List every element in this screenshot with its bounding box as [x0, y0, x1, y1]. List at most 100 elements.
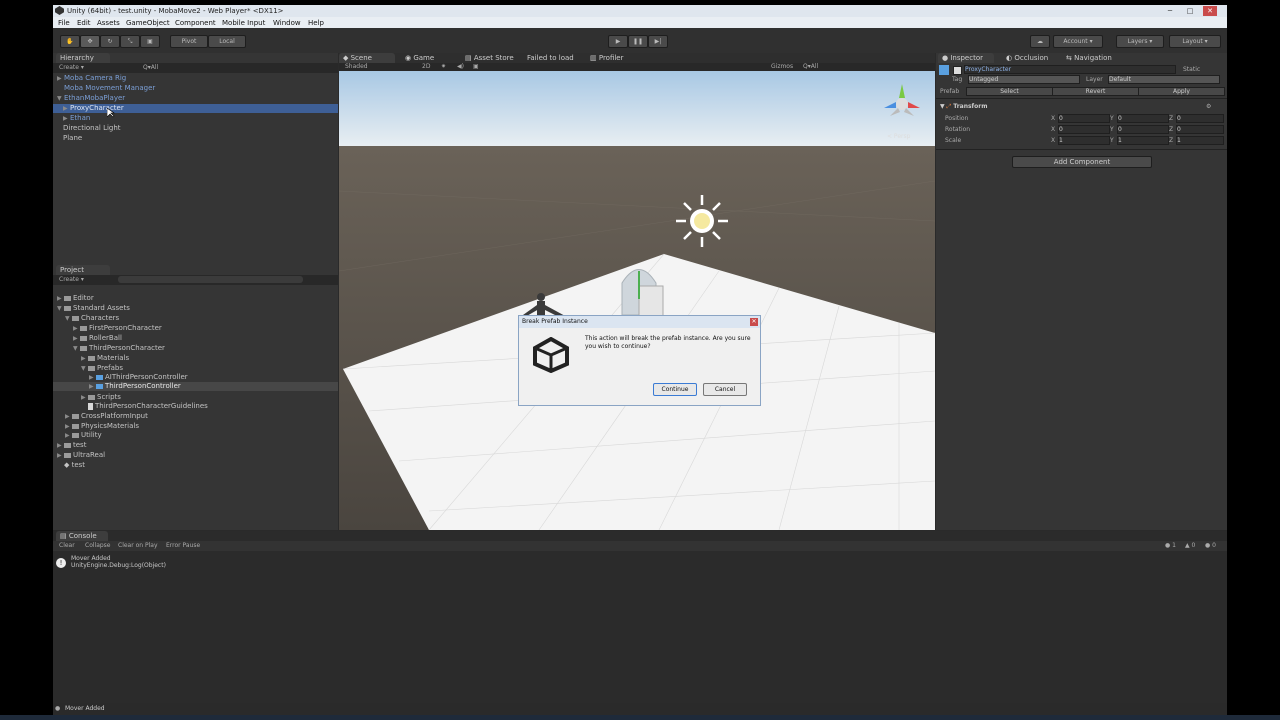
position-y-field[interactable]: 0 — [1117, 114, 1169, 123]
tab-scene[interactable]: ◆ Scene — [339, 53, 395, 63]
step-button[interactable]: ▶| — [648, 35, 668, 48]
transform-foldout[interactable]: ▼ ⤢ Transform — [940, 103, 988, 111]
dialog-close-button[interactable]: ✕ — [750, 318, 758, 326]
project-folder[interactable]: ▼ ThirdPersonCharacter — [73, 344, 165, 352]
add-component-button[interactable]: Add Component — [1012, 156, 1152, 168]
scale-tool-button[interactable]: ⤡ — [120, 35, 140, 48]
layers-dropdown[interactable]: Layers ▾ — [1116, 35, 1164, 48]
rotate-tool-button[interactable]: ↻ — [100, 35, 120, 48]
prefab-revert-button[interactable]: Revert — [1052, 87, 1139, 96]
scale-y-field[interactable]: 1 — [1117, 136, 1169, 145]
project-scene-file[interactable]: ◆ test — [57, 461, 85, 469]
tab-profiler[interactable]: ▥ Profiler — [586, 53, 640, 63]
cloud-button[interactable]: ☁ — [1030, 35, 1050, 48]
project-folder[interactable]: ▼ Characters — [65, 314, 119, 322]
hierarchy-item[interactable]: ▶ Ethan — [63, 114, 90, 122]
position-z-field[interactable]: 0 — [1176, 114, 1224, 123]
project-folder[interactable]: ▶ RollerBall — [73, 334, 122, 342]
rect-tool-button[interactable]: ▣ — [140, 35, 160, 48]
layer-dropdown[interactable]: Default — [1108, 75, 1220, 84]
tab-console[interactable]: ▤ Console — [56, 531, 108, 541]
hierarchy-item-selected[interactable]: ▶ ProxyCharacter — [53, 104, 338, 113]
project-search-input[interactable] — [118, 276, 303, 283]
project-folder[interactable]: ▶ Utility — [65, 431, 102, 439]
menu-edit[interactable]: Edit — [77, 19, 91, 27]
pivot-toggle[interactable]: Pivot — [170, 35, 208, 48]
scene-view[interactable]: < Persp — [339, 71, 935, 530]
menu-assets[interactable]: Assets — [97, 19, 120, 27]
console-entry[interactable]: Mover Added UnityEngine.Debug:Log(Object… — [71, 555, 166, 569]
object-name-field[interactable]: ProxyCharacter — [964, 65, 1176, 74]
hierarchy-item[interactable]: Moba Movement Manager — [64, 84, 155, 92]
info-count[interactable]: ● 1 — [1165, 542, 1176, 549]
project-folder[interactable]: ▶ test — [57, 441, 86, 449]
tab-occlusion[interactable]: ◐ Occlusion — [1002, 53, 1060, 63]
cancel-button[interactable]: Cancel — [703, 383, 747, 396]
hierarchy-item[interactable]: ▶ Moba Camera Rig — [57, 74, 126, 82]
console-clear-on-play-button[interactable]: Clear on Play — [118, 542, 158, 549]
tab-game[interactable]: ◉ Game — [401, 53, 445, 63]
error-count[interactable]: ● 0 — [1205, 542, 1216, 549]
menu-component[interactable]: Component — [175, 19, 216, 27]
project-folder[interactable]: ▶ Scripts — [81, 393, 121, 401]
hierarchy-item[interactable]: ▼ EthanMobaPlayer — [57, 94, 125, 102]
continue-button[interactable]: Continue — [653, 383, 697, 396]
console-collapse-button[interactable]: Collapse — [85, 542, 111, 549]
project-folder[interactable]: ▶ CrossPlatformInput — [65, 412, 148, 420]
warning-count[interactable]: ▲ 0 — [1185, 542, 1195, 549]
minimize-button[interactable]: ─ — [1163, 6, 1177, 16]
maximize-button[interactable]: □ — [1183, 6, 1197, 16]
hierarchy-item[interactable]: Directional Light — [63, 124, 121, 132]
active-checkbox[interactable] — [953, 66, 962, 75]
project-prefab[interactable]: ▶ AIThirdPersonController — [89, 373, 188, 381]
account-dropdown[interactable]: Account ▾ — [1053, 35, 1103, 48]
2d-toggle[interactable]: 2D — [422, 63, 430, 70]
hierarchy-create-button[interactable]: Create ▾ — [59, 64, 84, 71]
tab-inspector[interactable]: ● Inspector — [938, 53, 994, 63]
menu-file[interactable]: File — [58, 19, 70, 27]
static-toggle[interactable]: Static — [1183, 66, 1200, 73]
menu-gameobject[interactable]: GameObject — [126, 19, 170, 27]
project-folder[interactable]: ▶ UltraReal — [57, 451, 105, 459]
rotation-y-field[interactable]: 0 — [1117, 125, 1169, 134]
hierarchy-item[interactable]: Plane — [63, 134, 82, 142]
persp-label[interactable]: < Persp — [887, 133, 910, 140]
scale-x-field[interactable]: 1 — [1058, 136, 1110, 145]
lighting-toggle-icon[interactable]: ✷ — [441, 63, 446, 70]
audio-toggle-icon[interactable]: ◀) — [457, 63, 464, 70]
component-settings-icon[interactable]: ⚙ — [1206, 103, 1211, 110]
hierarchy-search-input[interactable]: Q▾All — [143, 64, 158, 71]
project-file[interactable]: ThirdPersonCharacterGuidelines — [81, 402, 208, 410]
pause-button[interactable]: ❚❚ — [628, 35, 648, 48]
tab-asset-store[interactable]: ▤ Asset Store — [461, 53, 525, 63]
close-button[interactable]: ✕ — [1203, 6, 1217, 16]
project-folder[interactable]: ▶ Materials — [81, 354, 129, 362]
play-button[interactable]: ▶ — [608, 35, 628, 48]
menu-mobile-input[interactable]: Mobile Input — [222, 19, 265, 27]
console-error-pause-button[interactable]: Error Pause — [166, 542, 200, 549]
gizmos-dropdown[interactable]: Gizmos — [771, 63, 793, 70]
prefab-select-button[interactable]: Select — [966, 87, 1053, 96]
project-create-button[interactable]: Create ▾ — [59, 276, 84, 283]
console-clear-button[interactable]: Clear — [59, 542, 75, 549]
project-folder[interactable]: ▶ Editor — [57, 294, 94, 302]
scale-z-field[interactable]: 1 — [1176, 136, 1224, 145]
tag-dropdown[interactable]: Untagged — [968, 75, 1080, 84]
project-prefab-selected[interactable]: ▶ ThirdPersonController — [53, 382, 338, 391]
rotation-z-field[interactable]: 0 — [1176, 125, 1224, 134]
tab-failed-to-load[interactable]: Failed to load — [523, 53, 583, 63]
move-tool-button[interactable]: ✥ — [80, 35, 100, 48]
layout-dropdown[interactable]: Layout ▾ — [1169, 35, 1221, 48]
project-folder[interactable]: ▶ FirstPersonCharacter — [73, 324, 162, 332]
status-message[interactable]: Mover Added — [65, 705, 105, 712]
scene-search-input[interactable]: Q▾All — [803, 63, 818, 70]
project-folder[interactable]: ▼ Standard Assets — [57, 304, 130, 312]
project-folder[interactable]: ▼ Prefabs — [81, 364, 123, 372]
local-toggle[interactable]: Local — [208, 35, 246, 48]
menu-help[interactable]: Help — [308, 19, 324, 27]
tab-project[interactable]: Project — [56, 265, 110, 275]
hand-tool-button[interactable]: ✋ — [60, 35, 80, 48]
menu-window[interactable]: Window — [273, 19, 301, 27]
position-x-field[interactable]: 0 — [1058, 114, 1110, 123]
shading-mode-dropdown[interactable]: Shaded — [345, 63, 368, 70]
